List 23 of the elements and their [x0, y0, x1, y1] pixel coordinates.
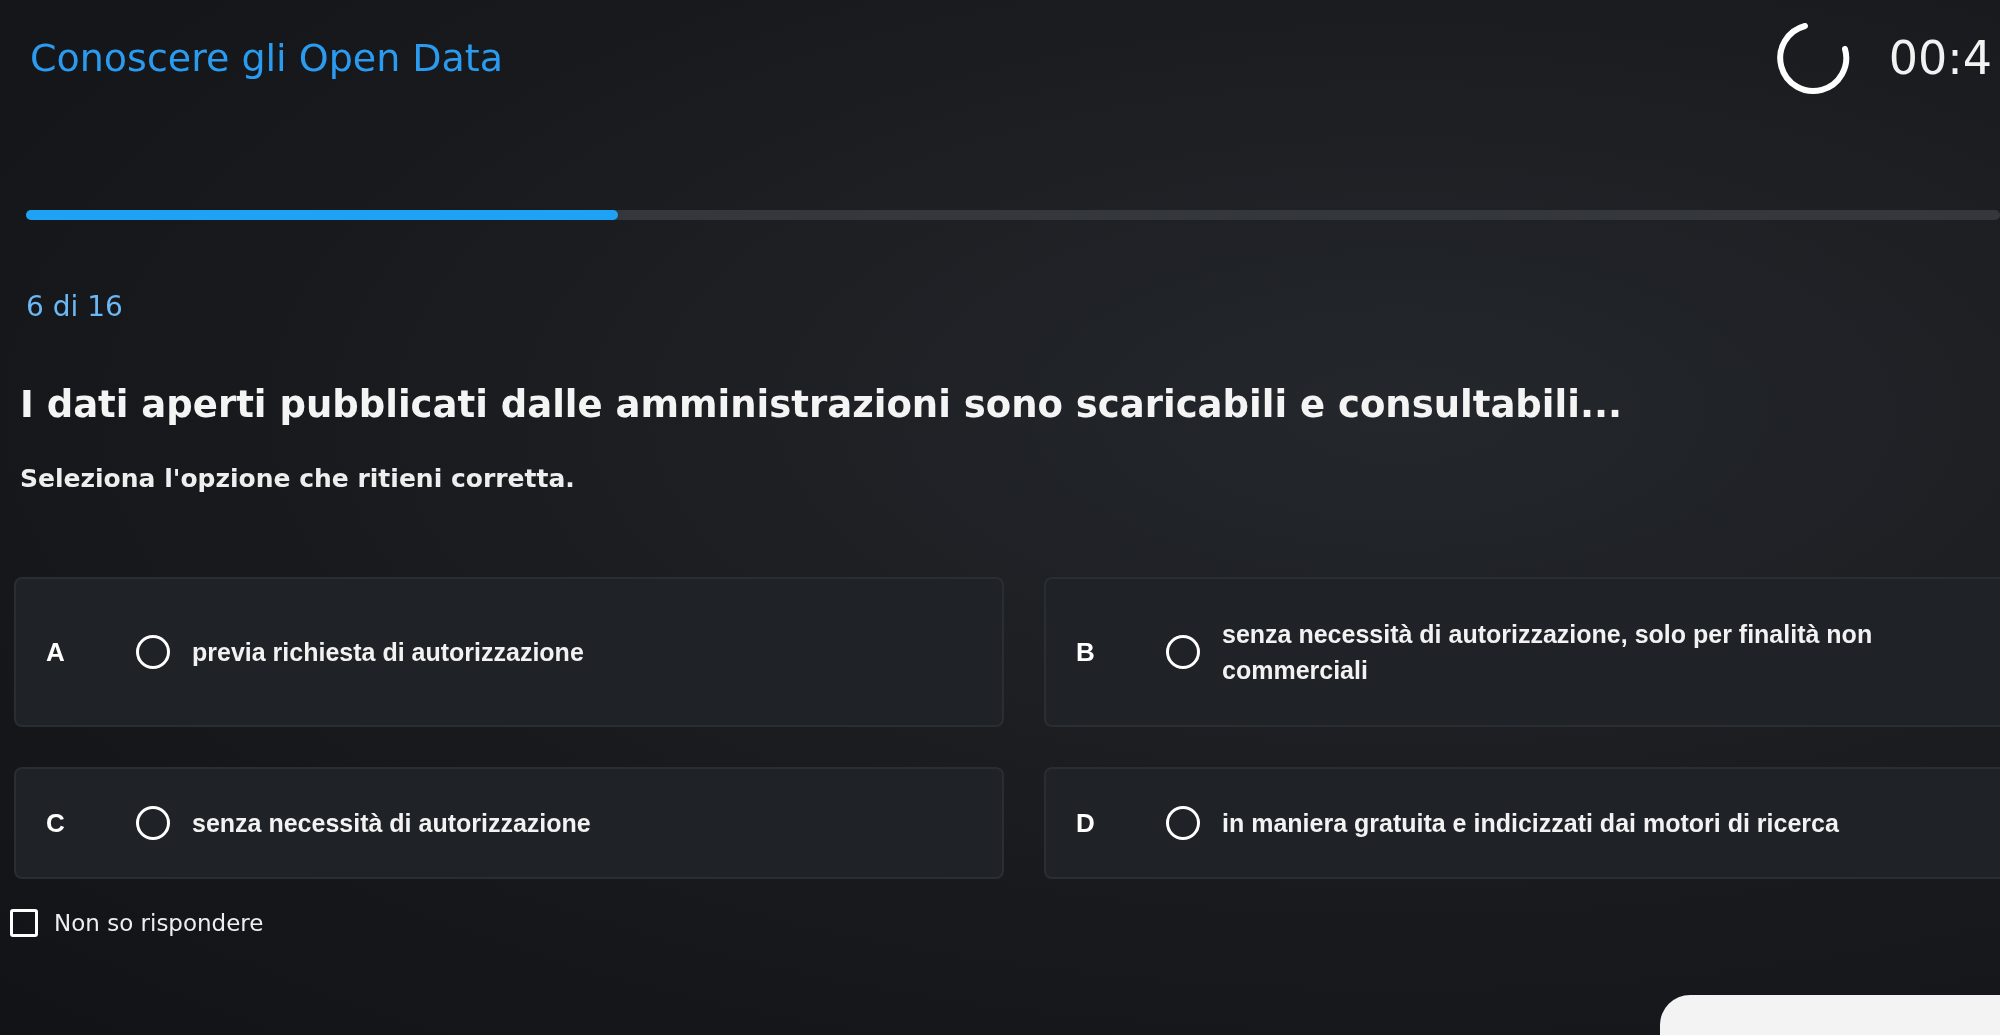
answer-option[interactable]: B senza necessità di autorizzazione, solo per finalità non commerciali — [1044, 577, 2000, 727]
question-counter: 6 di 16 — [25, 290, 124, 323]
option-text: senza necessità di autorizzazione, solo per finalità non commerciali — [1222, 618, 1874, 686]
option-text: previa richiesta di autorizzazione — [192, 636, 584, 668]
instruction-text: Seleziona l'opzione che ritieni corretta. — [20, 464, 576, 493]
checkbox[interactable] — [10, 909, 38, 937]
answer-option[interactable]: A previa richiesta di autorizzazione — [14, 577, 1004, 727]
radio-button[interactable] — [1166, 635, 1200, 669]
answer-option[interactable]: C senza necessità di autorizzazione — [14, 767, 1004, 879]
timer-text: 00:4 — [1888, 31, 1992, 85]
option-letter: A — [46, 636, 66, 668]
option-letter: D — [1076, 807, 1096, 839]
question-text: I dati aperti pubblicati dalle amministrazioni sono scaricabili e consultabili... — [20, 383, 1624, 426]
radio-button[interactable] — [1166, 806, 1200, 840]
answer-option[interactable]: D in maniera gratuita e indicizzati dai motori di ricerca — [1044, 767, 2000, 879]
option-text: in maniera gratuita e indicizzati dai motori di ricerca — [1222, 807, 1839, 839]
radio-button[interactable] — [136, 635, 170, 669]
option-letter: C — [46, 807, 66, 839]
option-letter: B — [1076, 636, 1096, 668]
radio-button[interactable] — [136, 806, 170, 840]
option-text: senza necessità di autorizzazione — [192, 807, 591, 839]
checkbox-label: Non so rispondere — [54, 910, 264, 936]
quiz-title: Conoscere gli Open Data — [30, 36, 504, 80]
